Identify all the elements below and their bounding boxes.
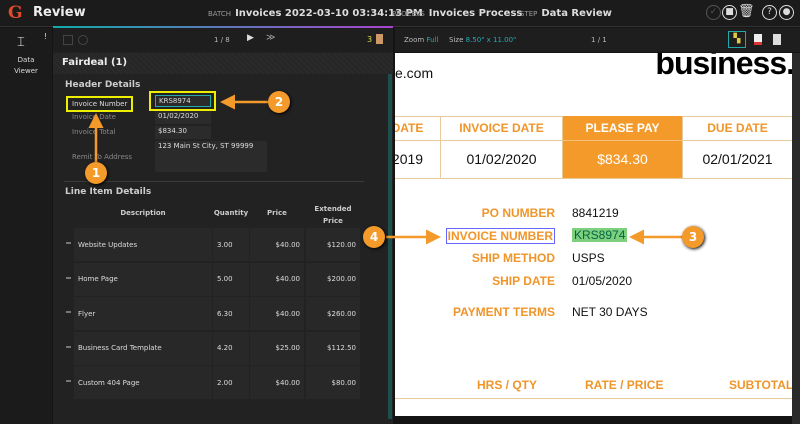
callout-2: 2 <box>268 91 290 113</box>
callout-3: 3 <box>682 226 704 248</box>
annotation-arrows <box>88 94 682 245</box>
callout-1: 1 <box>85 162 107 184</box>
callout-4: 4 <box>363 226 385 248</box>
